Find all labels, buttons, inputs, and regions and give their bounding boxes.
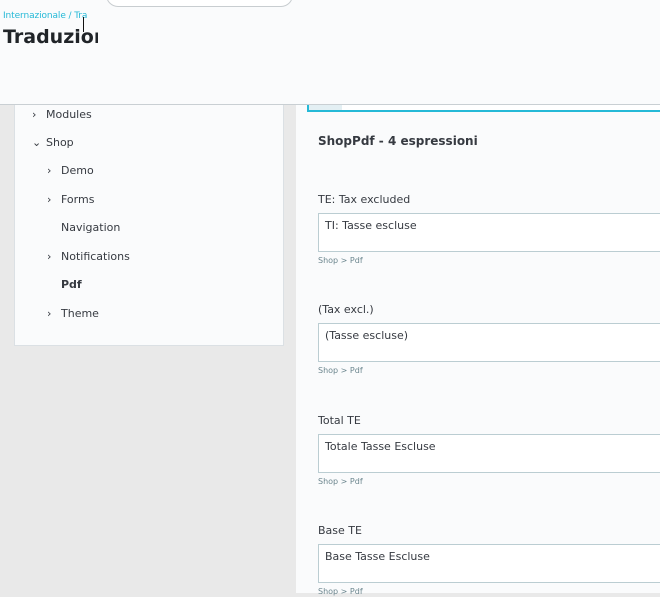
chevron-right-icon: › <box>47 250 52 263</box>
translations-panel: ShopPdf - 4 espressioni TE: Tax excluded… <box>296 104 660 596</box>
translation-entry: Total TE Totale Tasse Escluse Shop > Pdf <box>318 413 660 487</box>
tree-item-label: Modules <box>46 108 92 121</box>
translation-field[interactable]: Base Tasse Escluse <box>318 544 660 583</box>
tree-item-notifications[interactable]: › Notifications <box>47 248 130 266</box>
page-header: Internazionale / Tra Traduzioni <box>0 0 660 105</box>
chevron-right-icon: › <box>47 307 52 320</box>
tree-item-pdf[interactable]: Pdf <box>61 276 82 294</box>
translation-field[interactable]: TI: Tasse escluse <box>318 213 660 252</box>
chevron-down-icon: ⌄ <box>32 136 42 149</box>
tree-item-label: Navigation <box>61 221 121 234</box>
translation-entry: Base TE Base Tasse Escluse Shop > Pdf <box>318 523 660 597</box>
tree-item-navigation[interactable]: Navigation <box>61 219 120 237</box>
tree-item-theme[interactable]: › Theme <box>47 305 99 323</box>
domain-path: Shop > Pdf <box>318 477 363 486</box>
tree-item-modules[interactable]: › Modules <box>32 106 92 124</box>
source-expression: Total TE <box>318 414 361 427</box>
page-title: Traduzioni <box>3 26 98 48</box>
breadcrumb[interactable]: Internazionale / Tra <box>3 11 87 21</box>
translation-field[interactable]: (Tasse escluse) <box>318 323 660 362</box>
tree-item-label: Shop <box>46 136 74 149</box>
tree-item-label: Theme <box>61 307 99 320</box>
source-expression: (Tax excl.) <box>318 303 374 316</box>
search-input[interactable] <box>106 0 293 7</box>
section-title: ShopPdf - 4 espressioni <box>318 134 478 148</box>
tree-item-forms[interactable]: › Forms <box>47 191 94 209</box>
chevron-right-icon: › <box>47 193 52 206</box>
source-expression: Base TE <box>318 524 362 537</box>
tree-item-label: Pdf <box>61 278 82 291</box>
domain-path: Shop > Pdf <box>318 256 363 265</box>
translation-tree: › Modules ⌄ Shop › Demo › Forms Navigation ›… <box>14 104 284 346</box>
tree-item-label: Demo <box>61 164 94 177</box>
translation-entry: TE: Tax excluded TI: Tasse escluse Shop … <box>318 192 660 266</box>
domain-path: Shop > Pdf <box>318 366 363 375</box>
tree-item-label: Notifications <box>61 250 130 263</box>
tree-item-shop[interactable]: ⌄ Shop <box>32 134 74 152</box>
source-expression: TE: Tax excluded <box>318 193 411 206</box>
translation-entry: (Tax excl.) (Tasse escluse) Shop > Pdf <box>318 302 660 376</box>
chevron-right-icon: › <box>32 108 37 121</box>
search-results-box <box>307 104 660 112</box>
chevron-right-icon: › <box>47 164 52 177</box>
tree-item-label: Forms <box>61 193 95 206</box>
left-panel: › Modules ⌄ Shop › Demo › Forms Navigation ›… <box>0 104 296 593</box>
tree-item-demo[interactable]: › Demo <box>47 162 94 180</box>
domain-path: Shop > Pdf <box>318 587 363 596</box>
translation-field[interactable]: Totale Tasse Escluse <box>318 434 660 473</box>
